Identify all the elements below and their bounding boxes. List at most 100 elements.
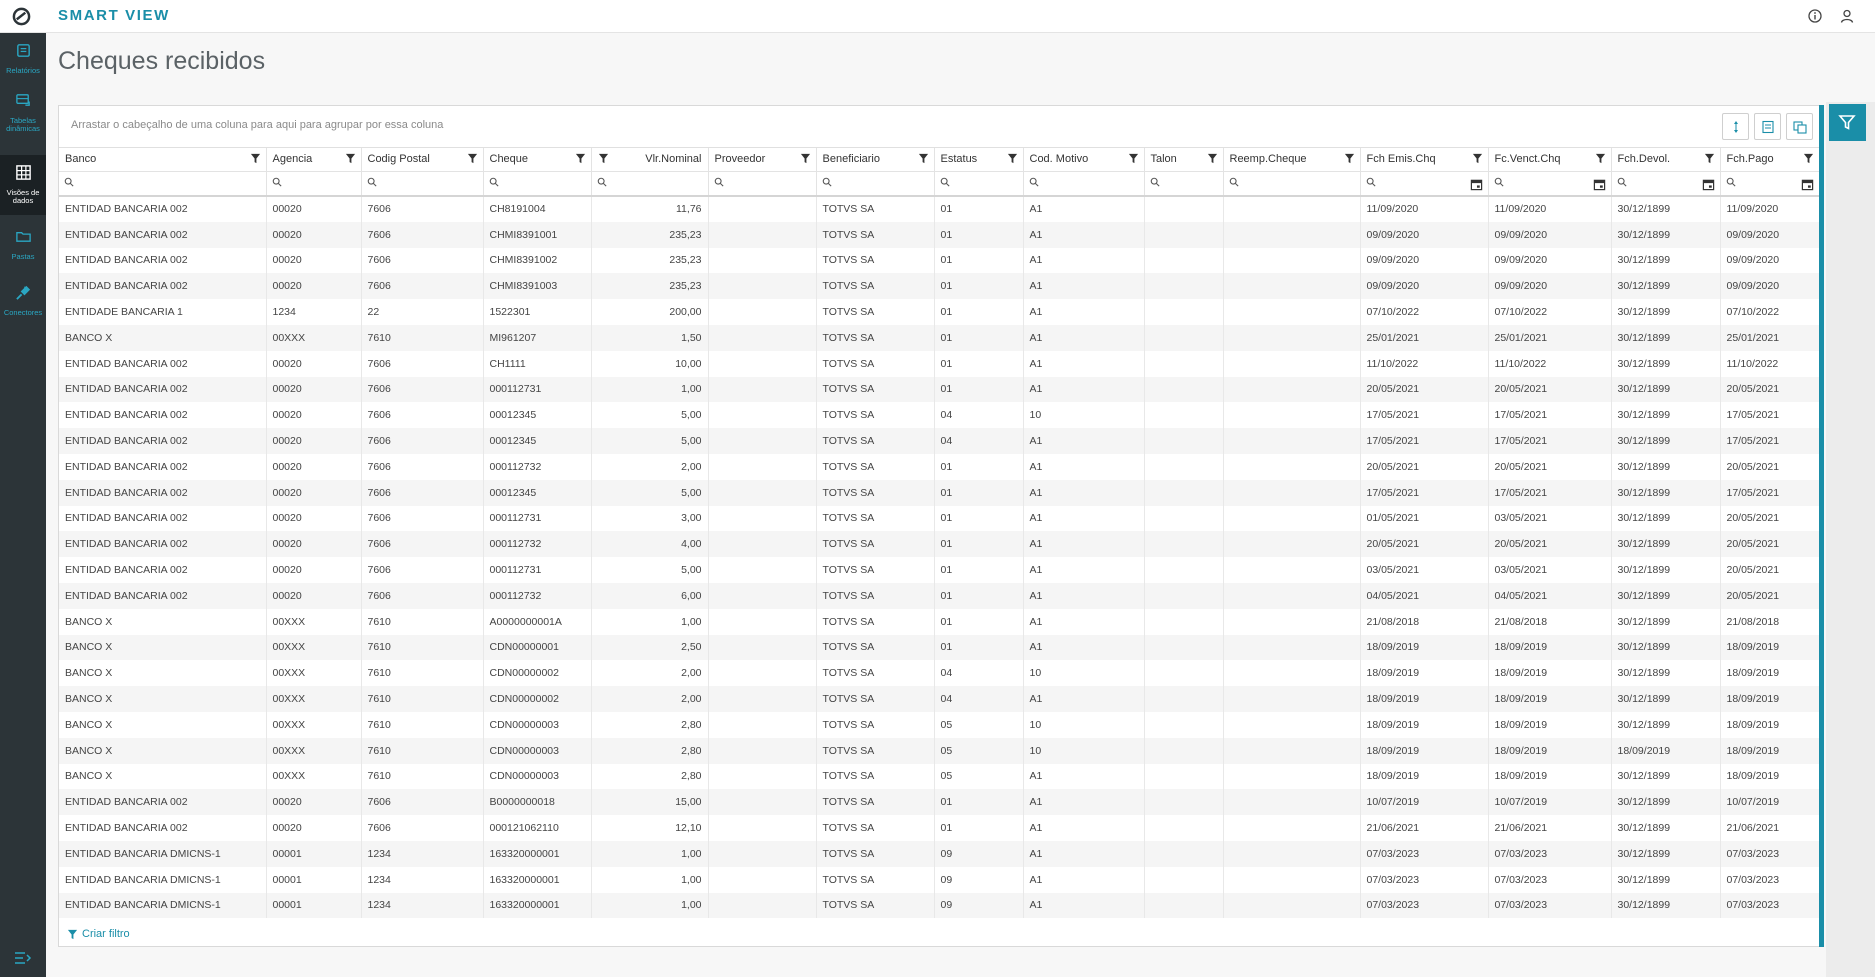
column-filter-icon[interactable]	[250, 153, 261, 164]
calendar-icon[interactable]	[1801, 178, 1814, 191]
column-filter-icon[interactable]	[345, 153, 356, 164]
column-filter-icon[interactable]	[1207, 153, 1218, 164]
calendar-icon[interactable]	[1702, 178, 1715, 191]
filter-cell-fch-pago[interactable]	[1720, 171, 1820, 197]
table-row[interactable]: ENTIDAD BANCARIA 002 00020 7606 CH1111 10,00…	[59, 350, 1820, 377]
column-header-fch-pago[interactable]: Fch.Pago	[1720, 148, 1820, 172]
column-filter-icon[interactable]	[800, 153, 811, 164]
sidebar-item-conectores[interactable]: Conectores	[0, 275, 46, 331]
group-panel[interactable]: Arrastar o cabeçalho de uma coluna para …	[59, 106, 1819, 148]
table-row[interactable]: BANCO X 00XXX 7610 CDN00000003 2,80 TOTVS SA 0…	[59, 763, 1820, 790]
filter-cell-talon[interactable]	[1144, 171, 1224, 197]
filter-cell-reemp-cheque[interactable]	[1223, 171, 1361, 197]
cell-fch-devol: 30/12/1899	[1611, 221, 1721, 248]
filter-cell-agencia[interactable]	[266, 171, 362, 197]
table-row[interactable]: ENTIDAD BANCARIA 002 00020 7606 000112732 2,…	[59, 453, 1820, 480]
table-row[interactable]: ENTIDAD BANCARIA 002 00020 7606 CHMI8391002…	[59, 247, 1820, 274]
table-row[interactable]: ENTIDAD BANCARIA 002 00020 7606 000112732 6,…	[59, 582, 1820, 609]
filter-cell-banco[interactable]	[59, 171, 267, 197]
app-logo-icon[interactable]	[12, 7, 31, 26]
column-header-vlr-nominal[interactable]: Vlr.Nominal	[591, 148, 709, 172]
create-filter-link[interactable]: Criar filtro	[67, 928, 130, 940]
table-row[interactable]: ENTIDAD BANCARIA 002 00020 7606 CH8191004 11…	[59, 196, 1820, 222]
filter-cell-cod-motivo[interactable]	[1023, 171, 1145, 197]
table-row[interactable]: ENTIDAD BANCARIA 002 00020 7606 000112731 5,…	[59, 557, 1820, 583]
filter-cell-vlr-nominal[interactable]	[591, 171, 709, 197]
table-row[interactable]: ENTIDAD BANCARIA 002 00020 7606 CHMI8391003…	[59, 273, 1820, 300]
filter-cell-fch-emis-chq[interactable]	[1360, 171, 1489, 197]
filter-cell-codig-postal[interactable]	[361, 171, 484, 197]
column-header-reemp-cheque[interactable]: Reemp.Cheque	[1223, 148, 1361, 172]
table-row[interactable]: ENTIDAD BANCARIA 002 00020 7606 000112731 1,…	[59, 376, 1820, 403]
column-filter-icon[interactable]	[1595, 153, 1606, 164]
calendar-icon[interactable]	[1470, 178, 1483, 191]
grid-table: Banco Agencia Codig Postal Cheque Vlr.Nomina…	[59, 148, 1820, 919]
table-row[interactable]: ENTIDAD BANCARIA 002 00020 7606 00012345 5,0…	[59, 428, 1820, 454]
table-row[interactable]: BANCO X 00XXX 7610 CDN00000003 2,80 TOTVS SA 0…	[59, 737, 1820, 764]
column-filter-icon[interactable]	[1007, 153, 1018, 164]
column-header-beneficiario[interactable]: Beneficiario	[816, 148, 935, 172]
column-filter-icon[interactable]	[1344, 153, 1355, 164]
column-filter-icon[interactable]	[467, 153, 478, 164]
table-row[interactable]: BANCO X 00XXX 7610 MI961207 1,50 TOTVS SA 01 A1…	[59, 324, 1820, 351]
table-row[interactable]: BANCO X 00XXX 7610 A0000000001A 1,00 TOTVS SA…	[59, 608, 1820, 635]
column-header-estatus[interactable]: Estatus	[934, 148, 1024, 172]
expand-menu-icon[interactable]	[14, 951, 32, 965]
column-header-fch-devol[interactable]: Fch.Devol.	[1611, 148, 1721, 172]
filter-cell-fch-devol[interactable]	[1611, 171, 1721, 197]
column-filter-icon[interactable]	[1472, 153, 1483, 164]
filter-cell-beneficiario[interactable]	[816, 171, 935, 197]
user-icon[interactable]	[1839, 8, 1855, 24]
column-filter-icon[interactable]	[918, 153, 929, 164]
table-row[interactable]: ENTIDAD BANCARIA 002 00020 7606 000112731 3,…	[59, 505, 1820, 532]
column-filter-icon[interactable]	[598, 153, 609, 164]
filter-cell-fc-venct-chq[interactable]	[1488, 171, 1612, 197]
table-row[interactable]: BANCO X 00XXX 7610 CDN00000002 2,00 TOTVS SA 0…	[59, 660, 1820, 687]
table-row[interactable]: ENTIDAD BANCARIA DMICNS-1 00001 1234 163320…	[59, 866, 1820, 893]
column-header-cheque[interactable]: Cheque	[483, 148, 592, 172]
export-button[interactable]	[1754, 113, 1781, 140]
cell-agencia: 00020	[266, 428, 362, 454]
table-row[interactable]: ENTIDAD BANCARIA DMICNS-1 00001 1234 163320…	[59, 840, 1820, 867]
column-filter-icon[interactable]	[1803, 153, 1814, 164]
column-header-fc-venct-chq[interactable]: Fc.Venct.Chq	[1488, 148, 1612, 172]
sidebar-item-tabelas-dinamicas[interactable]: Tabelas dinâmicas	[0, 83, 46, 145]
table-row[interactable]: ENTIDAD BANCARIA DMICNS-1 00001 1234 163320…	[59, 892, 1820, 919]
filter-cell-proveedor[interactable]	[708, 171, 817, 197]
column-header-talon[interactable]: Talon	[1144, 148, 1224, 172]
column-header-agencia[interactable]: Agencia	[266, 148, 362, 172]
sidebar-item-pastas[interactable]: Pastas	[0, 219, 46, 275]
column-filter-icon[interactable]	[575, 153, 586, 164]
column-chooser-button[interactable]	[1786, 113, 1813, 140]
cell-fch-emis-chq: 18/09/2019	[1360, 686, 1489, 712]
column-header-banco[interactable]: Banco	[59, 148, 267, 172]
column-header-proveedor[interactable]: Proveedor	[708, 148, 817, 172]
sidebar-item-relatorios[interactable]: Relatórios	[0, 33, 46, 89]
table-row[interactable]: ENTIDADE BANCARIA 1 1234 22 1522301 200,00 TO…	[59, 299, 1820, 325]
table-row[interactable]: BANCO X 00XXX 7610 CDN00000001 2,50 TOTVS SA 0…	[59, 634, 1820, 661]
cell-agencia: 00XXX	[266, 686, 362, 712]
table-row[interactable]: BANCO X 00XXX 7610 CDN00000002 2,00 TOTVS SA 0…	[59, 686, 1820, 712]
column-filter-icon[interactable]	[1704, 153, 1715, 164]
table-row[interactable]: ENTIDAD BANCARIA 002 00020 7606 000112732 4,…	[59, 531, 1820, 558]
column-header-codig-postal[interactable]: Codig Postal	[361, 148, 484, 172]
table-row[interactable]: ENTIDAD BANCARIA 002 00020 7606 CHMI8391001…	[59, 221, 1820, 248]
cell-banco: ENTIDAD BANCARIA 002	[59, 428, 267, 454]
column-filter-icon[interactable]	[1128, 153, 1139, 164]
filter-panel-toggle[interactable]	[1829, 104, 1866, 141]
vertical-scrollbar[interactable]	[1819, 105, 1824, 947]
calendar-icon[interactable]	[1593, 178, 1606, 191]
table-row[interactable]: ENTIDAD BANCARIA 002 00020 7606 00012106211…	[59, 815, 1820, 841]
column-header-fch-emis-chq[interactable]: Fch Emis.Chq	[1360, 148, 1489, 172]
sidebar-item-visoes-de-dados[interactable]: Visões de dados	[0, 155, 46, 215]
table-row[interactable]: ENTIDAD BANCARIA 002 00020 7606 B0000000018…	[59, 789, 1820, 816]
sort-button[interactable]	[1722, 113, 1749, 140]
table-row[interactable]: ENTIDAD BANCARIA 002 00020 7606 00012345 5,0…	[59, 402, 1820, 429]
table-row[interactable]: ENTIDAD BANCARIA 002 00020 7606 00012345 5,0…	[59, 479, 1820, 506]
info-icon[interactable]	[1807, 8, 1823, 24]
filter-cell-estatus[interactable]	[934, 171, 1024, 197]
column-header-cod-motivo[interactable]: Cod. Motivo	[1023, 148, 1145, 172]
table-row[interactable]: BANCO X 00XXX 7610 CDN00000003 2,80 TOTVS SA 0…	[59, 711, 1820, 738]
filter-cell-cheque[interactable]	[483, 171, 592, 197]
cell-proveedor	[708, 221, 817, 248]
